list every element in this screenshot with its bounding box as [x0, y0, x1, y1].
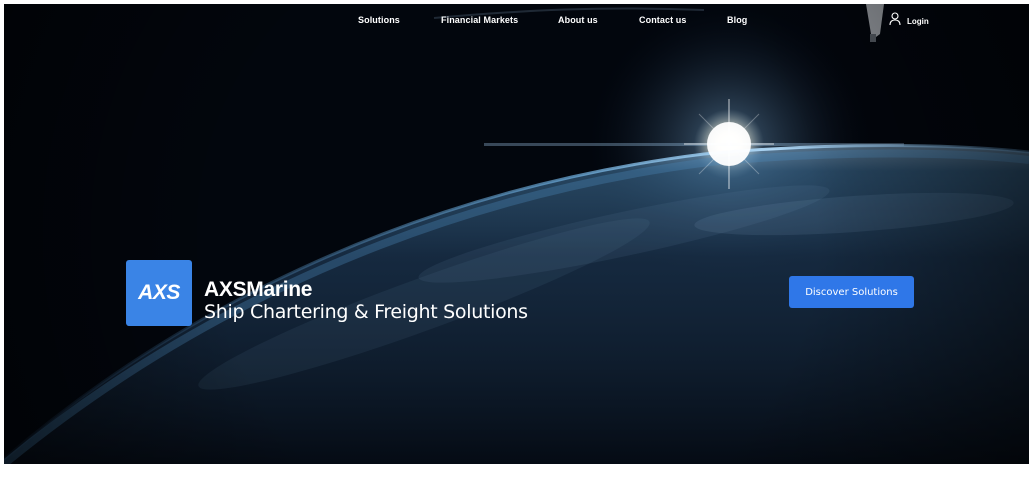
- discover-solutions-button[interactable]: Discover Solutions: [789, 276, 914, 308]
- nav-item-about-us[interactable]: About us: [558, 15, 598, 25]
- brand-text: AXSMarine Ship Chartering & Freight Solu…: [204, 278, 528, 324]
- nav-item-financial-markets[interactable]: Financial Markets: [441, 15, 518, 25]
- nav-item-blog[interactable]: Blog: [727, 15, 747, 25]
- nav-item-solutions[interactable]: Solutions: [358, 15, 400, 25]
- earth-horizon-background: [4, 4, 1029, 464]
- top-navigation: Solutions Financial Markets About us Con…: [4, 4, 1029, 38]
- axs-logo: AXS: [126, 260, 192, 326]
- brand-block: AXS AXSMarine Ship Chartering & Freight …: [126, 260, 528, 326]
- login-link[interactable]: Login: [889, 12, 929, 31]
- nav-item-contact-us[interactable]: Contact us: [639, 15, 687, 25]
- hero-section: Solutions Financial Markets About us Con…: [4, 4, 1029, 464]
- user-icon: [889, 12, 901, 31]
- brand-tagline: Ship Chartering & Freight Solutions: [204, 301, 528, 323]
- logo-text: AXS: [138, 281, 180, 304]
- login-label: Login: [907, 17, 929, 26]
- brand-name: AXSMarine: [204, 278, 313, 301]
